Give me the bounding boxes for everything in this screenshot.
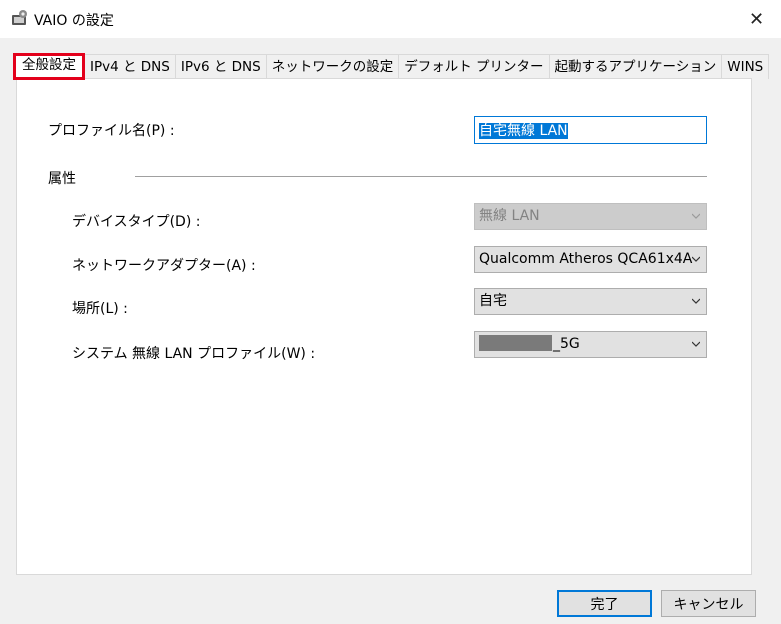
tab-startup-apps[interactable]: 起動するアプリケーション bbox=[548, 54, 723, 79]
device-type-select: 無線 LAN bbox=[474, 203, 707, 230]
ok-button[interactable]: 完了 bbox=[557, 590, 652, 617]
tab-wins[interactable]: WINS bbox=[721, 54, 770, 79]
device-type-label: デバイスタイプ(D) : bbox=[72, 214, 201, 230]
tab-strip: 全般設定 IPv4 と DNS IPv6 と DNS ネットワークの設定 デフォ… bbox=[13, 53, 770, 80]
location-label: 場所(L) : bbox=[72, 301, 128, 317]
close-icon[interactable]: ✕ bbox=[732, 0, 781, 38]
network-adapter-select[interactable]: Qualcomm Atheros QCA61x4A bbox=[474, 246, 707, 273]
location-select[interactable]: 自宅 bbox=[474, 288, 707, 315]
profile-name-value: 自宅無線 LAN bbox=[479, 123, 568, 139]
network-adapter-value: Qualcomm Atheros QCA61x4A bbox=[479, 251, 693, 267]
location-value: 自宅 bbox=[479, 293, 507, 309]
attributes-divider bbox=[135, 176, 707, 177]
wlan-profile-label: システム 無線 LAN プロファイル(W) : bbox=[72, 346, 316, 362]
chevron-down-icon bbox=[692, 298, 700, 304]
device-type-value: 無線 LAN bbox=[479, 208, 540, 224]
redacted-ssid bbox=[479, 335, 552, 351]
window-title: VAIO の設定 bbox=[34, 13, 114, 29]
vaio-settings-icon bbox=[12, 10, 27, 25]
wlan-profile-select[interactable]: _5G bbox=[474, 331, 707, 358]
chevron-down-icon bbox=[692, 341, 700, 347]
attributes-heading: 属性 bbox=[48, 171, 76, 187]
profile-name-label: プロファイル名(P) : bbox=[48, 123, 175, 139]
tab-default-printer[interactable]: デフォルト プリンター bbox=[398, 54, 550, 79]
tab-network-settings[interactable]: ネットワークの設定 bbox=[265, 54, 400, 79]
profile-name-input[interactable]: 自宅無線 LAN bbox=[474, 116, 707, 144]
tab-general[interactable]: 全般設定 bbox=[13, 53, 85, 80]
general-settings-panel: プロファイル名(P) : 自宅無線 LAN 属性 デバイスタイプ(D) : 無線… bbox=[16, 78, 752, 575]
tab-ipv6-dns[interactable]: IPv6 と DNS bbox=[174, 54, 267, 79]
chevron-down-icon bbox=[692, 256, 700, 262]
cancel-button[interactable]: キャンセル bbox=[661, 590, 756, 617]
wlan-profile-value-suffix: _5G bbox=[553, 336, 580, 352]
title-bar: VAIO の設定 ✕ bbox=[0, 0, 781, 38]
chevron-down-icon bbox=[692, 213, 700, 219]
tab-ipv4-dns[interactable]: IPv4 と DNS bbox=[84, 54, 176, 79]
network-adapter-label: ネットワークアダプター(A) : bbox=[72, 258, 256, 274]
